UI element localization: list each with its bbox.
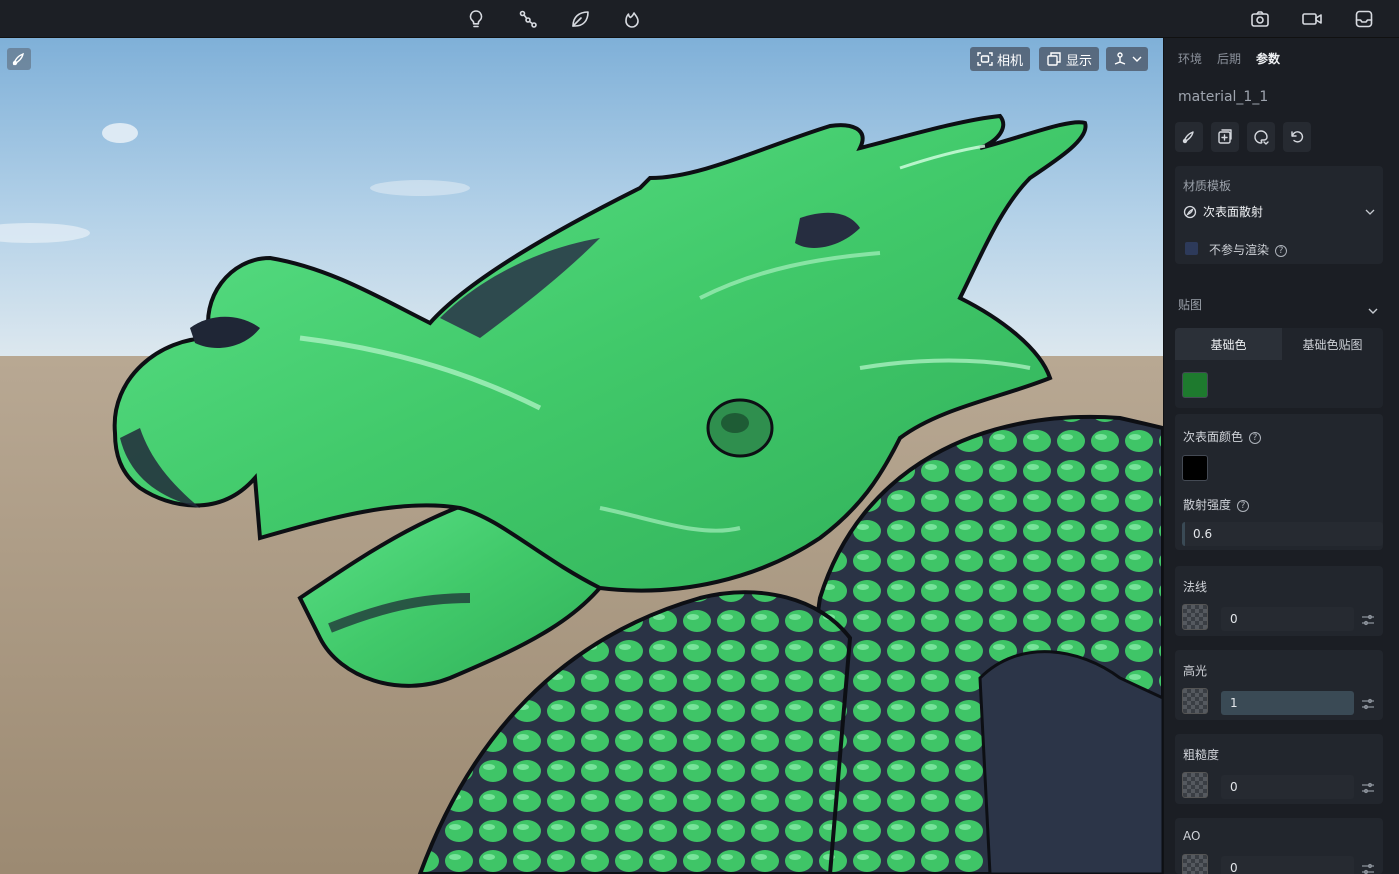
tab-post-process[interactable]: 后期 <box>1217 50 1241 67</box>
template-select[interactable]: 次表面散射 <box>1183 203 1375 220</box>
roughness-value-input[interactable]: 0 <box>1221 775 1354 799</box>
maps-title: 贴图 <box>1178 298 1203 312</box>
3d-viewport[interactable]: 相机 显示 <box>0 38 1163 874</box>
help-icon[interactable]: ? <box>1275 244 1288 257</box>
add-square-icon <box>1218 129 1232 144</box>
chevron-down-icon[interactable] <box>1368 300 1378 319</box>
gizmo-dropdown[interactable] <box>1106 47 1148 71</box>
roughness-map-thumbnail[interactable] <box>1182 772 1208 798</box>
ao-map-thumbnail[interactable] <box>1182 854 1208 874</box>
help-icon[interactable]: ? <box>1237 499 1250 512</box>
camera-frame-icon <box>977 52 993 66</box>
camera-button[interactable]: 相机 <box>970 47 1031 71</box>
tab-base-color[interactable]: 基础色 <box>1175 328 1282 360</box>
ao-card: AO 0 <box>1175 818 1383 874</box>
subsurface-color-label: 次表面颜色? <box>1183 428 1262 445</box>
brush-icon <box>1182 131 1194 144</box>
tab-environment[interactable]: 环境 <box>1178 50 1202 67</box>
dragon-scene <box>0 38 1163 874</box>
template-selected: 次表面散射 <box>1203 205 1264 219</box>
ao-value-input[interactable]: 0 <box>1221 856 1354 874</box>
base-color-swatch[interactable] <box>1182 372 1208 398</box>
specular-value-input[interactable]: 1 <box>1221 691 1354 715</box>
normal-map-thumbnail[interactable] <box>1182 604 1208 630</box>
base-color-card: 基础色 基础色贴图 <box>1175 328 1383 408</box>
specular-label: 高光 <box>1183 664 1208 678</box>
camera-icon[interactable] <box>1248 7 1272 31</box>
material-tools <box>1175 122 1311 152</box>
chevron-down-icon <box>1365 209 1375 215</box>
ao-label: AO <box>1183 829 1201 843</box>
material-brush-icon[interactable] <box>7 48 31 70</box>
undo-icon <box>1291 131 1304 143</box>
scatter-strength-label: 散射强度? <box>1183 496 1250 513</box>
top-toolbar <box>0 0 1399 38</box>
display-button[interactable]: 显示 <box>1039 47 1100 71</box>
roughness-label: 粗糙度 <box>1183 748 1220 762</box>
template-title: 材质模板 <box>1183 179 1232 193</box>
scatter-strength-input[interactable]: 0.6 <box>1182 522 1383 546</box>
leaf-icon[interactable] <box>568 7 592 31</box>
sliders-icon[interactable] <box>1361 612 1375 626</box>
normal-card: 法线 0 <box>1175 566 1383 636</box>
material-name: material_1_1 <box>1178 89 1269 105</box>
tab-base-color-map[interactable]: 基础色贴图 <box>1282 328 1383 360</box>
inbox-icon[interactable] <box>1352 7 1376 31</box>
light-bulb-icon[interactable] <box>464 7 488 31</box>
properties-panel: 环境 后期 参数 material_1_1 材质模板 次表面散射 不参与渲染? … <box>1163 38 1399 874</box>
video-icon[interactable] <box>1300 7 1324 31</box>
specular-card: 高光 1 <box>1175 650 1383 720</box>
material-template-card: 材质模板 次表面散射 不参与渲染? <box>1175 166 1383 264</box>
sliders-icon[interactable] <box>1361 696 1375 710</box>
brush-icon <box>1183 205 1197 218</box>
panel-tabs: 环境 后期 参数 <box>1178 50 1280 67</box>
normal-label: 法线 <box>1183 580 1208 594</box>
layers-icon <box>1047 52 1061 66</box>
palette-swap-icon <box>1254 130 1269 145</box>
sliders-icon[interactable] <box>1361 861 1375 874</box>
material-brush-button[interactable] <box>1175 122 1203 152</box>
normal-value-input[interactable]: 0 <box>1221 607 1354 631</box>
sliders-icon[interactable] <box>1361 780 1375 794</box>
camera-button-label: 相机 <box>997 53 1024 69</box>
reset-button[interactable] <box>1283 122 1311 152</box>
node-graph-icon[interactable] <box>516 7 540 31</box>
subsurface-color-swatch[interactable] <box>1182 455 1208 481</box>
no-render-checkbox[interactable] <box>1185 242 1198 255</box>
no-render-label: 不参与渲染? <box>1209 241 1288 258</box>
gizmo-icon <box>1114 52 1126 65</box>
replace-material-button[interactable] <box>1247 122 1275 152</box>
tab-parameters[interactable]: 参数 <box>1256 50 1280 67</box>
display-button-label: 显示 <box>1066 53 1093 69</box>
flame-icon[interactable] <box>620 7 644 31</box>
chevron-down-icon <box>1132 56 1142 62</box>
add-material-button[interactable] <box>1211 122 1239 152</box>
subsurface-card: 次表面颜色? 散射强度? 0.6 <box>1175 414 1383 550</box>
specular-map-thumbnail[interactable] <box>1182 688 1208 714</box>
roughness-card: 粗糙度 0 <box>1175 734 1383 804</box>
help-icon[interactable]: ? <box>1249 431 1262 444</box>
